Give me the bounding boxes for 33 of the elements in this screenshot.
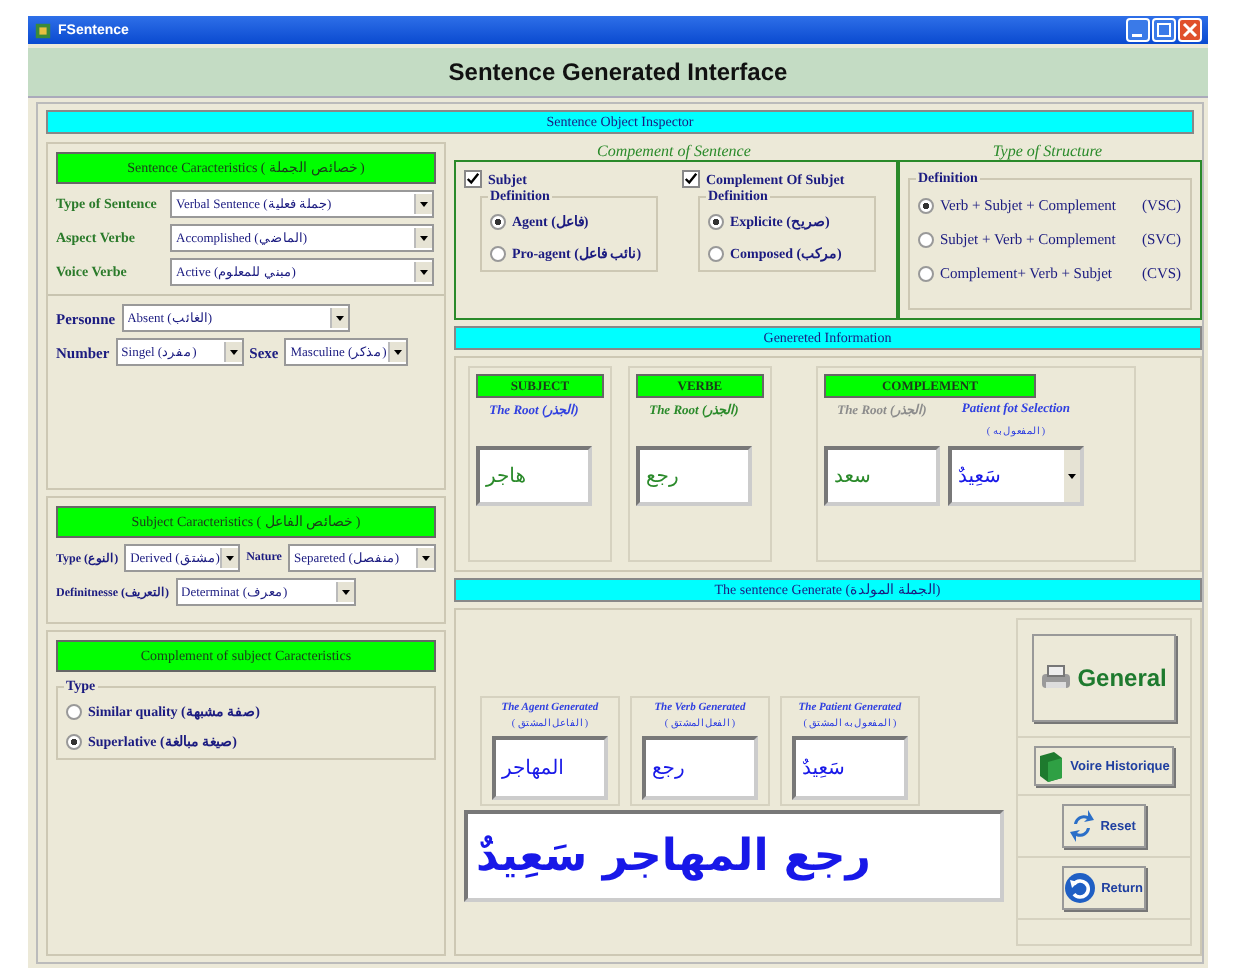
maximize-icon (1156, 22, 1172, 38)
radio-button[interactable] (66, 734, 82, 750)
maximize-button[interactable] (1152, 18, 1176, 42)
action-button[interactable]: General (1031, 634, 1176, 722)
group-title: Compement of Sentence (595, 142, 753, 160)
radio-button[interactable] (707, 246, 724, 262)
radio-button[interactable] (66, 704, 82, 720)
generated-field[interactable]: رجع (641, 736, 758, 800)
close-icon (1182, 22, 1198, 38)
return-icon (1063, 872, 1096, 904)
minimize-button[interactable] (1126, 18, 1150, 42)
radio-button[interactable] (917, 265, 934, 281)
radio-button[interactable] (917, 231, 934, 247)
generated-field[interactable]: المهاجر (491, 736, 608, 800)
radio-button[interactable] (917, 197, 934, 213)
group-title: Type of Structure (990, 142, 1105, 160)
generated-field[interactable]: سَعِيدٌ (791, 736, 908, 800)
printer-icon (1039, 664, 1072, 692)
sentence-field[interactable]: رجع المهاجر سَعِيدٌ (463, 810, 1004, 902)
root-field[interactable]: هاجر (475, 446, 592, 506)
checkbox[interactable] (463, 170, 482, 188)
radio-button[interactable] (707, 214, 724, 230)
close-button[interactable] (1178, 18, 1202, 42)
radio-button[interactable] (489, 246, 506, 262)
checkbox[interactable] (681, 170, 700, 188)
root-field[interactable]: رجع (635, 446, 752, 506)
header-title: Sentence Generated Interface (448, 58, 788, 86)
root-field[interactable]: سعد (823, 446, 940, 506)
book-icon (1036, 750, 1065, 782)
refresh-icon (1070, 808, 1095, 844)
selection-dropdown[interactable]: سَعِيدٌ (947, 446, 1084, 506)
radio-button[interactable] (489, 214, 506, 230)
app-icon (34, 21, 52, 39)
